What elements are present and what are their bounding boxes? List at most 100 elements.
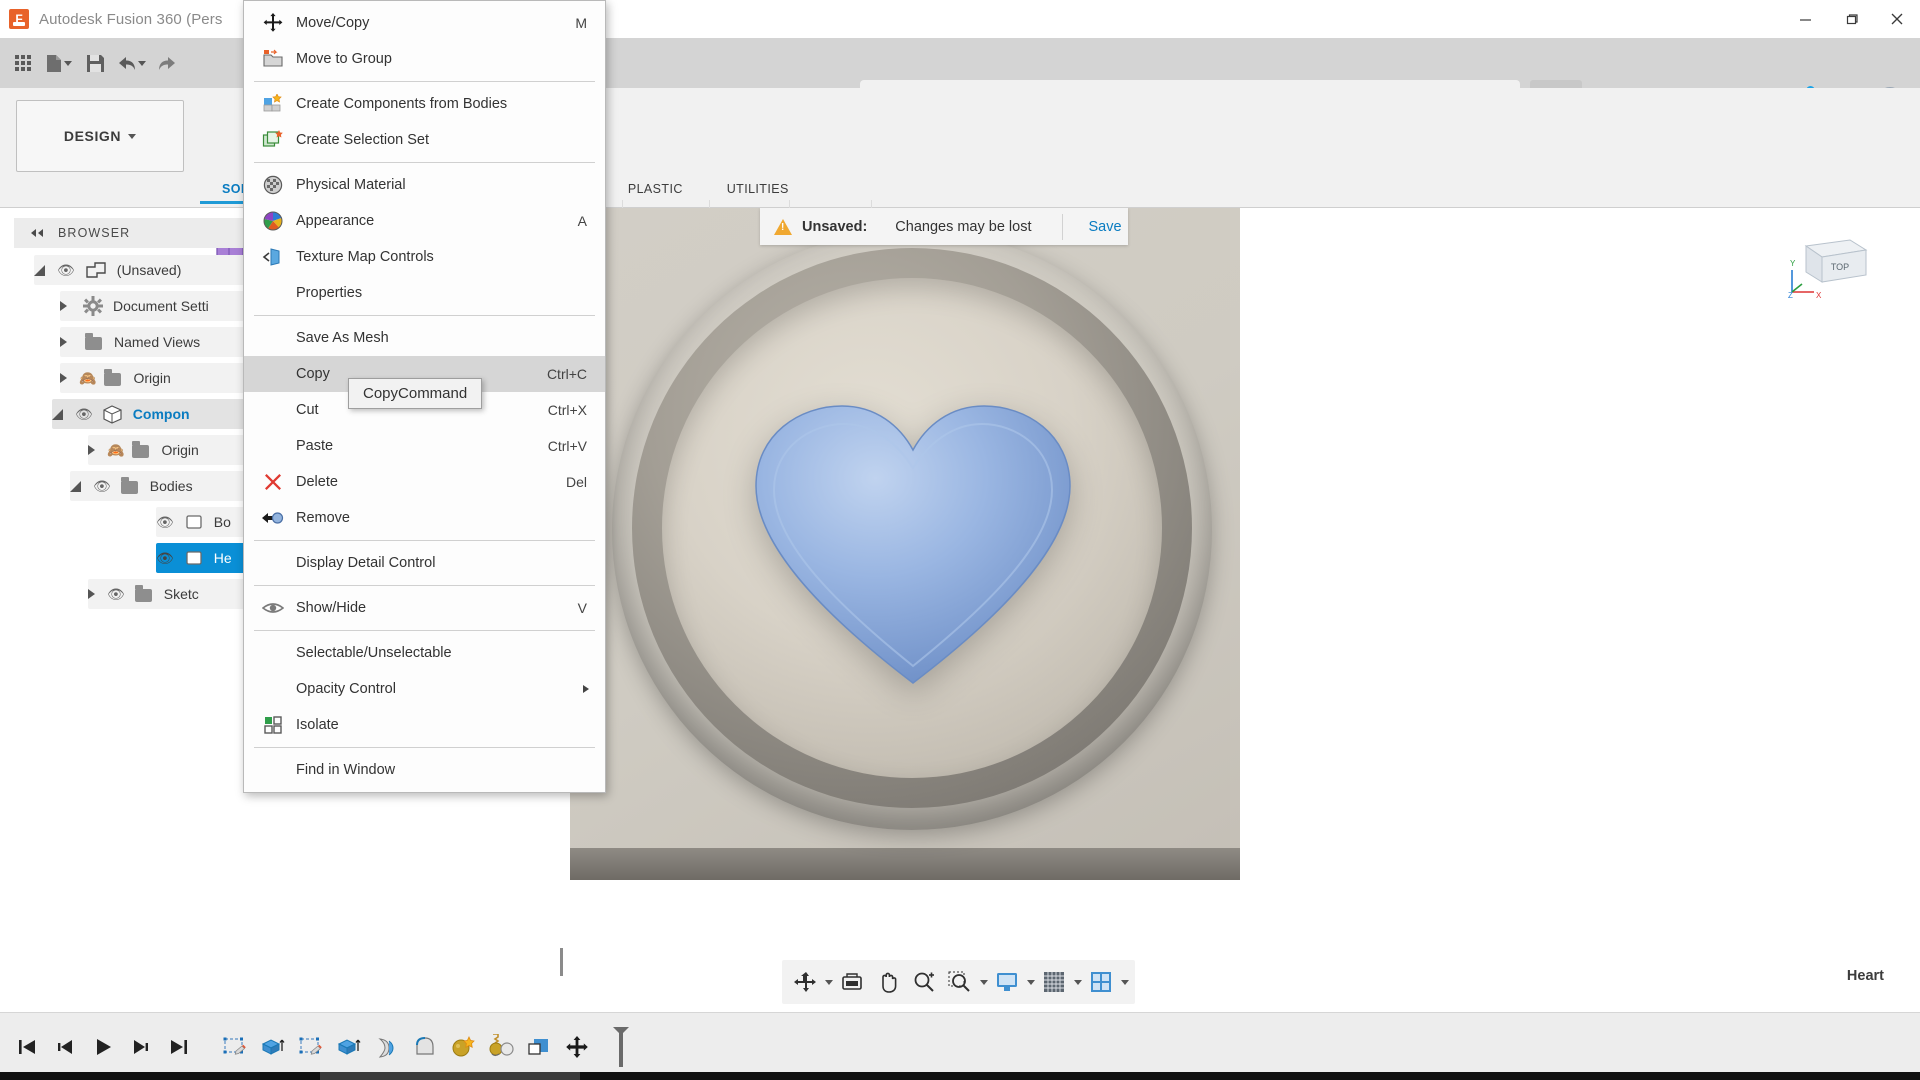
save-icon[interactable] <box>78 46 112 80</box>
timeline-marker-icon[interactable] <box>602 1026 640 1068</box>
new-file-icon[interactable] <box>42 46 76 80</box>
move-feature-icon[interactable] <box>558 1026 596 1068</box>
view-cube[interactable]: TOP Z X Y <box>1784 230 1880 304</box>
redo-icon[interactable] <box>150 46 184 80</box>
app-grid-icon[interactable] <box>6 46 40 80</box>
tree-label: Compon <box>133 406 190 422</box>
physical-material-feature-icon[interactable] <box>482 1026 520 1068</box>
fusion-360-window: Autodesk Fusion 360 (Pers <box>0 0 1920 1080</box>
expander-closed-icon[interactable] <box>60 301 67 311</box>
visibility-eye-icon[interactable]: 👁 <box>156 514 174 531</box>
tree-row-heart-body[interactable]: 👁 He <box>14 540 260 576</box>
quick-access-toolbar <box>0 46 184 80</box>
menu-item-appearance[interactable]: Appearance A <box>244 203 605 239</box>
viewports-icon[interactable] <box>1084 965 1118 999</box>
visibility-eye-off-icon[interactable]: 🙈 <box>79 370 96 387</box>
expander-closed-icon[interactable] <box>88 445 95 455</box>
timeline-scrollbar-thumb[interactable] <box>320 1072 580 1080</box>
sketch2-feature-icon[interactable] <box>292 1026 330 1068</box>
menu-item-opacity-control[interactable]: Opacity Control <box>244 671 605 707</box>
extrude-feature-icon[interactable] <box>254 1026 292 1068</box>
timeline-go-start-icon[interactable] <box>8 1026 46 1068</box>
expander-open-icon[interactable] <box>70 481 81 492</box>
display-settings-caret-icon[interactable] <box>1027 980 1035 985</box>
expander-closed-icon[interactable] <box>60 373 67 383</box>
tree-row-body[interactable]: 👁 Bo <box>14 504 260 540</box>
menu-item-create-components-from-bodies[interactable]: Create Components from Bodies <box>244 86 605 122</box>
canvas-3d-viewport[interactable]: Unsaved: Changes may be lost Save TOP Z … <box>560 208 1920 988</box>
menu-item-create-selection-set[interactable]: Create Selection Set <box>244 122 605 158</box>
menu-label: Create Components from Bodies <box>296 96 587 112</box>
menu-item-delete[interactable]: Delete Del <box>244 464 605 500</box>
visibility-eye-icon[interactable]: 👁 <box>57 262 75 279</box>
timeline-step-back-icon[interactable] <box>46 1026 84 1068</box>
folder-icon <box>104 373 121 386</box>
orbit-caret-icon[interactable] <box>825 980 833 985</box>
tree-row-unsaved[interactable]: 👁 (Unsaved) <box>14 252 260 288</box>
visibility-eye-icon[interactable]: 👁 <box>93 478 111 495</box>
timeline-go-end-icon[interactable] <box>160 1026 198 1068</box>
grid-snap-icon[interactable] <box>1037 965 1071 999</box>
visibility-eye-icon[interactable]: 👁 <box>107 586 125 603</box>
menu-item-move-to-group[interactable]: Move to Group <box>244 41 605 77</box>
menu-item-display-detail-control[interactable]: Display Detail Control <box>244 545 605 581</box>
undo-icon[interactable] <box>114 46 148 80</box>
tree-row-document-settings[interactable]: Document Setti <box>14 288 260 324</box>
orbit-icon[interactable] <box>788 965 822 999</box>
expander-open-icon[interactable] <box>34 265 45 276</box>
tree-label: He <box>214 550 232 566</box>
tree-row-component-origin[interactable]: 🙈 Origin <box>14 432 260 468</box>
menu-item-show-hide[interactable]: Show/Hide V <box>244 590 605 626</box>
menu-item-isolate[interactable]: Isolate <box>244 707 605 743</box>
tree-row-sketches[interactable]: 👁 Sketc <box>14 576 260 612</box>
expander-closed-icon[interactable] <box>88 589 95 599</box>
workspace-switcher-button[interactable]: DESIGN <box>16 100 184 172</box>
menu-item-paste[interactable]: Paste Ctrl+V <box>244 428 605 464</box>
tree-row-component[interactable]: 👁 Compon <box>14 396 260 432</box>
extrude2-feature-icon[interactable] <box>330 1026 368 1068</box>
zoom-icon[interactable] <box>907 965 941 999</box>
visibility-eye-icon[interactable]: 👁 <box>75 406 93 423</box>
save-link[interactable]: Save <box>1062 214 1122 240</box>
display-settings-icon[interactable] <box>990 965 1024 999</box>
menu-item-save-as-mesh[interactable]: Save As Mesh <box>244 320 605 356</box>
menu-item-selectable-unselectable[interactable]: Selectable/Unselectable <box>244 635 605 671</box>
zoom-window-icon[interactable] <box>943 965 977 999</box>
workspace-caret-icon[interactable] <box>128 134 136 139</box>
new-file-caret-icon[interactable] <box>64 61 72 66</box>
body-feature-icon[interactable] <box>520 1026 558 1068</box>
menu-item-properties[interactable]: Properties <box>244 275 605 311</box>
grid-snap-caret-icon[interactable] <box>1074 980 1082 985</box>
timeline-step-forward-icon[interactable] <box>122 1026 160 1068</box>
shell-feature-icon[interactable] <box>368 1026 406 1068</box>
expander-closed-icon[interactable] <box>60 337 67 347</box>
look-at-icon[interactable] <box>835 965 869 999</box>
menu-item-move-copy[interactable]: Move/Copy M <box>244 5 605 41</box>
minimize-button[interactable] <box>1782 0 1828 38</box>
browser-header[interactable]: BROWSER <box>14 218 260 248</box>
visibility-eye-off-icon[interactable]: 🙈 <box>107 442 124 459</box>
tree-row-named-views[interactable]: Named Views <box>14 324 260 360</box>
heart-body-3d[interactable] <box>748 398 1078 698</box>
menu-item-remove[interactable]: Remove <box>244 500 605 536</box>
mold-plate-edge <box>570 848 1240 880</box>
undo-caret-icon[interactable] <box>138 61 146 66</box>
menu-item-texture-map-controls[interactable]: Texture Map Controls <box>244 239 605 275</box>
timeline-scrollbar-track[interactable] <box>0 1072 1920 1080</box>
menu-item-find-in-window[interactable]: Find in Window <box>244 752 605 788</box>
timeline-play-icon[interactable] <box>84 1026 122 1068</box>
sketch-feature-icon[interactable] <box>216 1026 254 1068</box>
fillet-feature-icon[interactable] <box>406 1026 444 1068</box>
tree-row-bodies[interactable]: 👁 Bodies <box>14 468 260 504</box>
close-button[interactable] <box>1874 0 1920 38</box>
expander-open-icon[interactable] <box>52 409 63 420</box>
tree-row-origin[interactable]: 🙈 Origin <box>14 360 260 396</box>
maximize-button[interactable] <box>1828 0 1874 38</box>
visibility-eye-icon[interactable]: 👁 <box>156 550 174 567</box>
appearance-feature-icon[interactable] <box>444 1026 482 1068</box>
pan-hand-icon[interactable] <box>871 965 905 999</box>
viewports-caret-icon[interactable] <box>1121 980 1129 985</box>
menu-accelerator: Ctrl+V <box>548 438 605 454</box>
zoom-window-caret-icon[interactable] <box>980 980 988 985</box>
menu-item-physical-material[interactable]: Physical Material <box>244 167 605 203</box>
